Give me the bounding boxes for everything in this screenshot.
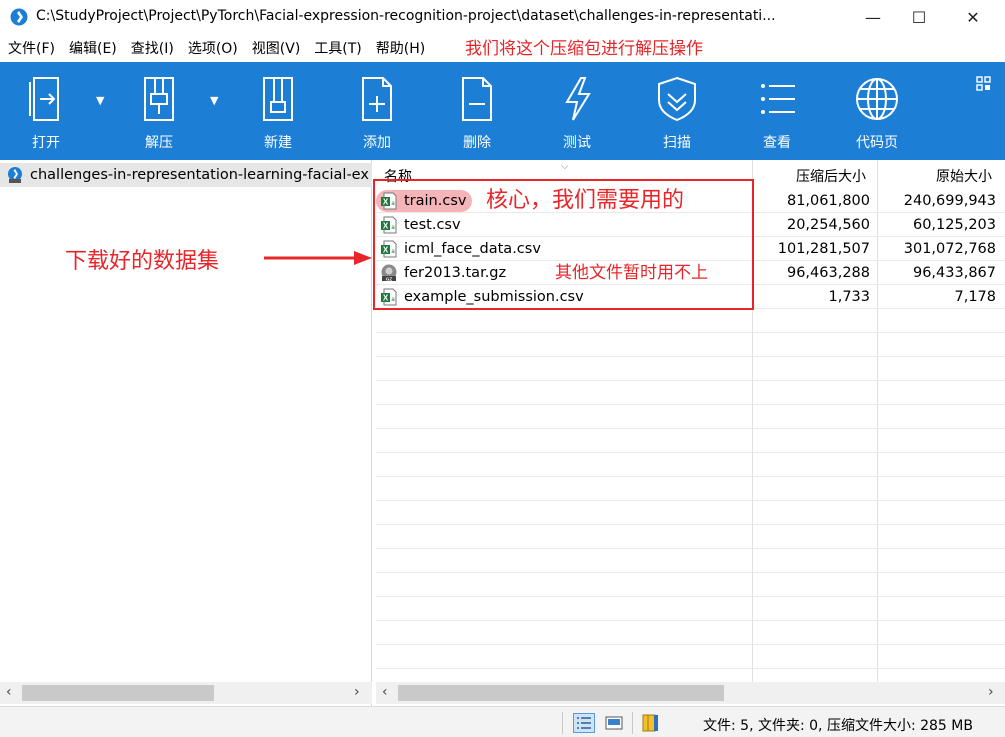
annotation-core: 核心，我们需要用的 — [486, 188, 685, 213]
empty-row — [376, 549, 1005, 573]
tree-item-archive-root[interactable]: challenges-in-representation-learning-fa… — [0, 163, 372, 187]
delete-icon — [462, 77, 492, 121]
annotation-extract: 我们将这个压缩包进行解压操作 — [465, 39, 703, 59]
layout-grid-icon[interactable] — [976, 76, 992, 92]
menu-options[interactable]: 选项(O) — [181, 38, 245, 58]
add-label: 添加 — [363, 135, 391, 151]
extract-dropdown-icon[interactable]: ▼ — [210, 94, 218, 107]
annotation-other: 其他文件暂时用不上 — [555, 263, 708, 283]
zip-archive-icon — [8, 167, 22, 183]
open-label: 打开 — [32, 135, 60, 151]
status-separator — [562, 712, 563, 734]
thumbnail-view-icon[interactable] — [603, 713, 625, 733]
menu-view[interactable]: 视图(V) — [245, 38, 308, 58]
empty-row — [376, 501, 1005, 525]
delete-label: 删除 — [463, 135, 491, 151]
file-original-size: 7,178 — [954, 289, 996, 305]
scan-button[interactable]: 扫描 — [653, 62, 701, 160]
status-summary: 文件: 5, 文件夹: 0, 压缩文件大小: 285 MB — [703, 718, 973, 734]
file-original-size: 60,125,203 — [912, 217, 996, 233]
empty-row — [376, 477, 1005, 501]
add-button[interactable]: 添加 — [353, 62, 401, 160]
scan-label: 扫描 — [663, 135, 691, 151]
open-icon — [29, 77, 59, 121]
test-icon — [565, 77, 591, 121]
scrollbar-thumb[interactable] — [22, 685, 214, 701]
status-separator — [632, 712, 633, 734]
toolbar: 打开 ▼ 解压 ▼ 新建 添加 删除 测试 扫描 查看 代码页 — [0, 62, 1005, 160]
open-dropdown-icon[interactable]: ▼ — [96, 94, 104, 107]
view-button[interactable]: 查看 — [753, 62, 801, 160]
bandizip-app-icon — [10, 8, 28, 26]
minimize-button[interactable]: — — [850, 0, 896, 34]
empty-row — [376, 453, 1005, 477]
empty-row — [376, 357, 1005, 381]
new-archive-button[interactable]: 新建 — [254, 62, 302, 160]
new-archive-icon — [263, 77, 293, 121]
empty-row — [376, 309, 1005, 333]
menu-edit[interactable]: 编辑(E) — [62, 38, 124, 58]
tree-item-label: challenges-in-representation-learning-fa… — [30, 167, 369, 183]
codepage-button[interactable]: 代码页 — [853, 62, 901, 160]
extract-button[interactable]: 解压 — [135, 62, 183, 160]
column-header-compressed[interactable]: 压缩后大小 — [796, 166, 866, 186]
right-horizontal-scrollbar[interactable]: ‹ › — [376, 682, 1005, 704]
menu-help[interactable]: 帮助(H) — [369, 38, 432, 58]
scrollbar-thumb[interactable] — [398, 685, 724, 701]
codepage-label: 代码页 — [856, 135, 898, 151]
empty-row — [376, 333, 1005, 357]
empty-row — [376, 597, 1005, 621]
test-label: 测试 — [563, 135, 591, 151]
menu-file[interactable]: 文件(F) — [0, 38, 62, 58]
file-original-size: 240,699,943 — [903, 193, 996, 209]
open-button[interactable]: 打开 — [22, 62, 70, 160]
annotation-arrow-icon — [264, 251, 372, 265]
file-compressed-size: 20,254,560 — [786, 217, 870, 233]
scroll-left-icon[interactable]: ‹ — [382, 684, 388, 700]
menu-find[interactable]: 查找(I) — [124, 38, 181, 58]
empty-row — [376, 525, 1005, 549]
annotation-dataset: 下载好的数据集 — [65, 249, 220, 274]
details-view-icon[interactable] — [573, 713, 595, 733]
empty-row — [376, 429, 1005, 453]
sort-chevron-icon: ⌵ — [561, 161, 569, 172]
scroll-left-icon[interactable]: ‹ — [6, 684, 12, 700]
file-compressed-size: 81,061,800 — [786, 193, 870, 209]
scroll-right-icon[interactable]: › — [354, 684, 360, 700]
view-label: 查看 — [763, 135, 791, 151]
status-bar: 文件: 5, 文件夹: 0, 压缩文件大小: 285 MB — [0, 706, 1005, 737]
file-original-size: 301,072,768 — [903, 241, 996, 257]
view-icon — [761, 84, 795, 114]
column-header-original[interactable]: 原始大小 — [936, 166, 992, 186]
window-title: C:\StudyProject\Project\PyTorch\Facial-e… — [36, 8, 776, 24]
empty-row — [376, 381, 1005, 405]
new-archive-label: 新建 — [264, 135, 292, 151]
scroll-right-icon[interactable]: › — [988, 684, 994, 700]
scan-icon — [658, 76, 696, 122]
codepage-icon — [856, 78, 898, 120]
empty-row — [376, 645, 1005, 669]
file-compressed-size: 101,281,507 — [777, 241, 870, 257]
extract-icon — [144, 77, 174, 121]
file-compressed-size: 1,733 — [828, 289, 870, 305]
empty-row — [376, 621, 1005, 645]
file-compressed-size: 96,463,288 — [786, 265, 870, 281]
folder-tree-pane: challenges-in-representation-learning-fa… — [0, 160, 372, 706]
delete-button[interactable]: 删除 — [453, 62, 501, 160]
test-button[interactable]: 测试 — [553, 62, 601, 160]
title-bar: C:\StudyProject\Project\PyTorch\Facial-e… — [0, 0, 1005, 34]
file-original-size: 96,433,867 — [912, 265, 996, 281]
left-horizontal-scrollbar[interactable]: ‹ › — [0, 682, 372, 704]
add-icon — [362, 77, 392, 121]
close-button[interactable]: ✕ — [950, 0, 996, 34]
empty-row — [376, 405, 1005, 429]
maximize-button[interactable]: ☐ — [896, 0, 942, 34]
archive-info-icon[interactable] — [640, 713, 662, 733]
extract-label: 解压 — [145, 135, 173, 151]
empty-row — [376, 573, 1005, 597]
menu-tools[interactable]: 工具(T) — [307, 38, 368, 58]
